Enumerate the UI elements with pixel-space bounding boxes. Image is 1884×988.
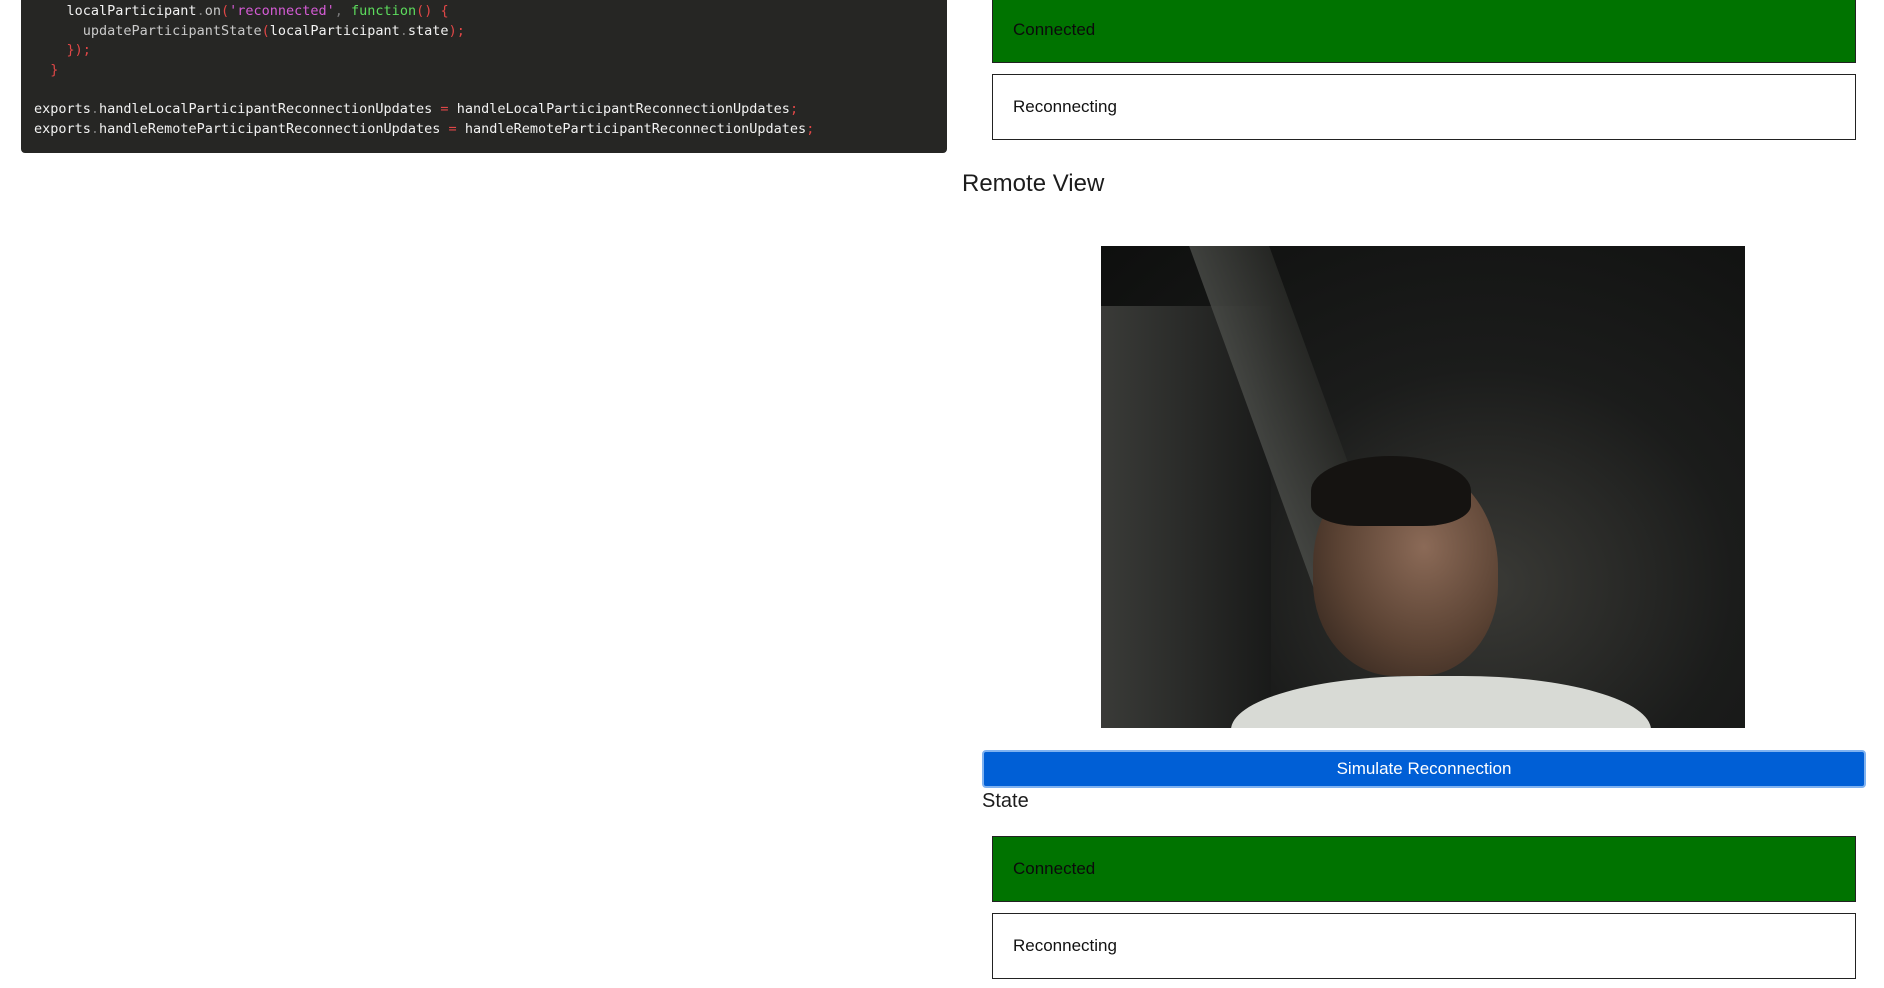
video-person-shirt [1231, 676, 1651, 728]
state-connected-label: Connected [1013, 20, 1096, 39]
remote-video [1101, 246, 1745, 728]
code-token: () { [416, 3, 449, 19]
code-token: localParticipant [269, 22, 400, 39]
code-line: updateParticipantState(localParticipant.… [21, 22, 947, 42]
state-heading: State [982, 790, 1029, 812]
remote-view-heading: Remote View [962, 170, 1105, 197]
code-token: localParticipant [66, 3, 197, 19]
simulate-reconnection-button[interactable]: Simulate Reconnection [982, 750, 1866, 788]
code-token: . [90, 121, 100, 138]
code-token: exports [34, 121, 91, 138]
code-token: . [196, 3, 205, 19]
code-token: = [432, 101, 457, 118]
code-line: } [21, 61, 947, 81]
code-line: exports.handleLocalParticipantReconnecti… [21, 100, 947, 120]
code-token: ; [806, 121, 815, 138]
code-token: ); [448, 22, 465, 39]
code-token: 'reconnected' [229, 3, 335, 19]
code-token: ; [789, 101, 799, 118]
code-token: function [351, 3, 417, 19]
code-line: }); [21, 41, 947, 61]
code-token: }); [66, 42, 91, 59]
remote-state-reconnecting: Reconnecting [992, 913, 1856, 979]
code-line: exports.handleRemoteParticipantReconnect… [21, 120, 947, 140]
state-connected-label: Connected [1013, 859, 1096, 878]
code-token: . [399, 22, 408, 39]
code-line: localParticipant.on('reconnected', funct… [21, 2, 947, 22]
local-state-connected: Connected [992, 0, 1856, 63]
local-state-reconnecting: Reconnecting [992, 74, 1856, 140]
code-token: handleRemoteParticipantReconnectionUpdat… [464, 121, 807, 138]
code-token: } [50, 62, 59, 79]
code-token: . [90, 101, 100, 118]
code-token: handleLocalParticipantReconnectionUpdate… [99, 101, 433, 118]
remote-state-connected: Connected [992, 836, 1856, 902]
code-token: = [440, 121, 465, 138]
video-person-hair [1311, 456, 1471, 526]
code-token: state [407, 22, 449, 39]
code-token: handleRemoteParticipantReconnectionUpdat… [99, 121, 441, 138]
code-token: handleLocalParticipantReconnectionUpdate… [456, 101, 790, 118]
state-reconnecting-label: Reconnecting [1013, 936, 1117, 955]
code-token: ( [261, 22, 270, 39]
code-token: updateParticipantState [82, 22, 262, 39]
code-token: , [334, 3, 352, 19]
code-token: on [204, 3, 221, 19]
state-reconnecting-label: Reconnecting [1013, 97, 1117, 116]
code-token: ( [220, 3, 230, 19]
code-token: exports [34, 101, 91, 118]
code-snippet-panel: localParticipant.on('reconnected', funct… [21, 0, 947, 153]
